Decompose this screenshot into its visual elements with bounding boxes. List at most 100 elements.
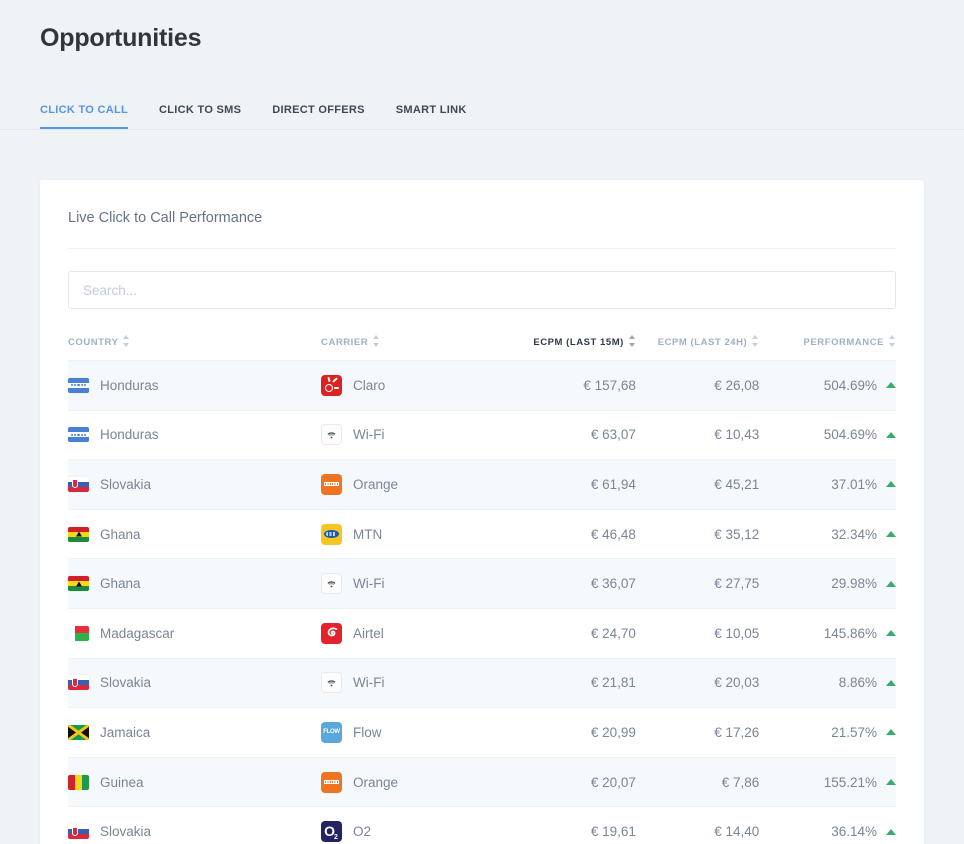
country-name: Jamaica [100,725,150,740]
cell-country: Guinea [68,757,321,807]
content-area: Live Click to Call Performance COUNTRYCA… [0,130,964,844]
trend-up-icon [886,531,896,537]
table-row[interactable]: HondurasWi-Fi€ 63,07€ 10,43504.69% [68,410,896,460]
cell-ecpm-15m: € 24,70 [512,608,635,658]
carrier-icon-wifi [321,573,342,594]
trend-up-icon [886,432,896,438]
flag-icon-slovakia [68,477,89,492]
cell-ecpm-24h: € 35,12 [636,509,759,559]
sort-toggle-icon[interactable] [629,335,636,347]
country-cell-content: Jamaica [68,725,321,740]
cell-country: Slovakia [68,460,321,510]
cell-ecpm-24h: € 17,26 [636,708,759,758]
performance-card: Live Click to Call Performance COUNTRYCA… [40,180,924,844]
table-row[interactable]: GhanaMTN€ 46,48€ 35,1232.34% [68,509,896,559]
trend-up-icon [886,779,896,785]
card-title: Live Click to Call Performance [68,180,896,249]
column-header-country[interactable]: COUNTRY [68,327,321,361]
tab-click-to-sms[interactable]: CLICK TO SMS [159,98,241,129]
carrier-name: Orange [353,477,398,492]
sort-toggle-icon[interactable] [889,335,896,347]
table-row[interactable]: SlovakiaO2O2€ 19,61€ 14,4036.14% [68,807,896,844]
country-name: Honduras [100,427,159,442]
cell-country: Ghana [68,559,321,609]
performance-content: 8.86% [839,675,896,690]
performance-value: 36.14% [831,824,877,839]
cell-ecpm-15m: € 20,99 [512,708,635,758]
table-row[interactable]: SlovakiaOrange€ 61,94€ 45,2137.01% [68,460,896,510]
trend-up-icon [886,630,896,636]
carrier-name: Wi-Fi [353,427,384,442]
carrier-icon-mtn [321,524,342,545]
table-head: COUNTRYCARRIERECPM (LAST 15M) ECPM (LAST … [68,327,896,361]
table-row[interactable]: GuineaOrange€ 20,07€ 7,86155.21% [68,757,896,807]
performance-value: 8.86% [839,675,877,690]
country-cell-content: Slovakia [68,477,321,492]
carrier-icon-orange [321,474,342,495]
cell-ecpm-24h: € 7,86 [636,757,759,807]
flag-icon-honduras [68,378,89,393]
cell-performance: 32.34% [759,509,896,559]
cell-country: Jamaica [68,708,321,758]
page-header: Opportunities [0,0,964,54]
carrier-wordmark: O2 [324,824,339,838]
carrier-name: Orange [353,775,398,790]
cell-carrier: Orange [321,757,512,807]
country-cell-content: Honduras [68,378,321,393]
flag-icon-slovakia [68,675,89,690]
sort-toggle-icon[interactable] [123,335,130,347]
cell-performance: 37.01% [759,460,896,510]
performance-content: 145.86% [824,626,896,641]
cell-performance: 36.14% [759,807,896,844]
performance-content: 29.98% [831,576,896,591]
column-header-ecpm24h[interactable]: ECPM (LAST 24H) [636,327,759,361]
column-header-ecpm15m[interactable]: ECPM (LAST 15M) [512,327,635,361]
tab-click-to-call[interactable]: CLICK TO CALL [40,98,128,129]
search-input[interactable] [68,271,896,309]
cell-carrier: MTN [321,509,512,559]
performance-content: 504.69% [824,427,896,442]
performance-value: 145.86% [824,626,877,641]
country-cell-content: Madagascar [68,626,321,641]
carrier-cell-content: Orange [321,474,512,495]
column-header-performance[interactable]: PERFORMANCE [759,327,896,361]
trend-up-icon [886,829,896,835]
carrier-icon-o2: O2 [321,821,342,842]
column-header-label: ECPM (LAST 24H) [658,337,748,348]
cell-ecpm-24h: € 20,03 [636,658,759,708]
table-row[interactable]: GhanaWi-Fi€ 36,07€ 27,7529.98% [68,559,896,609]
sort-toggle-icon[interactable] [752,335,759,347]
cell-ecpm-24h: € 10,43 [636,410,759,460]
performance-value: 504.69% [824,427,877,442]
cell-carrier: Orange [321,460,512,510]
carrier-cell-content: Wi-Fi [321,573,512,594]
performance-content: 32.34% [831,527,896,542]
table-row[interactable]: HondurasClaro€ 157,68€ 26,08504.69% [68,361,896,411]
performance-value: 504.69% [824,378,877,393]
carrier-icon-wifi [321,424,342,445]
table-row[interactable]: MadagascarAirtel€ 24,70€ 10,05145.86% [68,608,896,658]
country-name: Guinea [100,775,144,790]
tab-direct-offers[interactable]: DIRECT OFFERS [272,98,365,129]
table-row[interactable]: Jamaica FLOWFlow€ 20,99€ 17,26 21.57% [68,708,896,758]
cell-ecpm-15m: € 19,61 [512,807,635,844]
carrier-cell-content: Airtel [321,623,512,644]
performance-content: 21.57% [831,725,896,740]
cell-ecpm-24h: € 45,21 [636,460,759,510]
country-name: Slovakia [100,675,151,690]
cell-country: Ghana [68,509,321,559]
cell-country: Madagascar [68,608,321,658]
carrier-cell-content: FLOWFlow [321,722,512,743]
carrier-cell-content: Orange [321,772,512,793]
sort-toggle-icon[interactable] [373,335,380,347]
country-name: Ghana [100,576,141,591]
cell-ecpm-15m: € 36,07 [512,559,635,609]
performance-table: COUNTRYCARRIERECPM (LAST 15M) ECPM (LAST … [68,327,896,844]
cell-carrier: FLOWFlow [321,708,512,758]
performance-content: 504.69% [824,378,896,393]
column-header-carrier[interactable]: CARRIER [321,327,512,361]
flag-icon-slovakia [68,824,89,839]
cell-performance: 145.86% [759,608,896,658]
table-row[interactable]: SlovakiaWi-Fi€ 21,81€ 20,038.86% [68,658,896,708]
tab-smart-link[interactable]: SMART LINK [396,98,467,129]
